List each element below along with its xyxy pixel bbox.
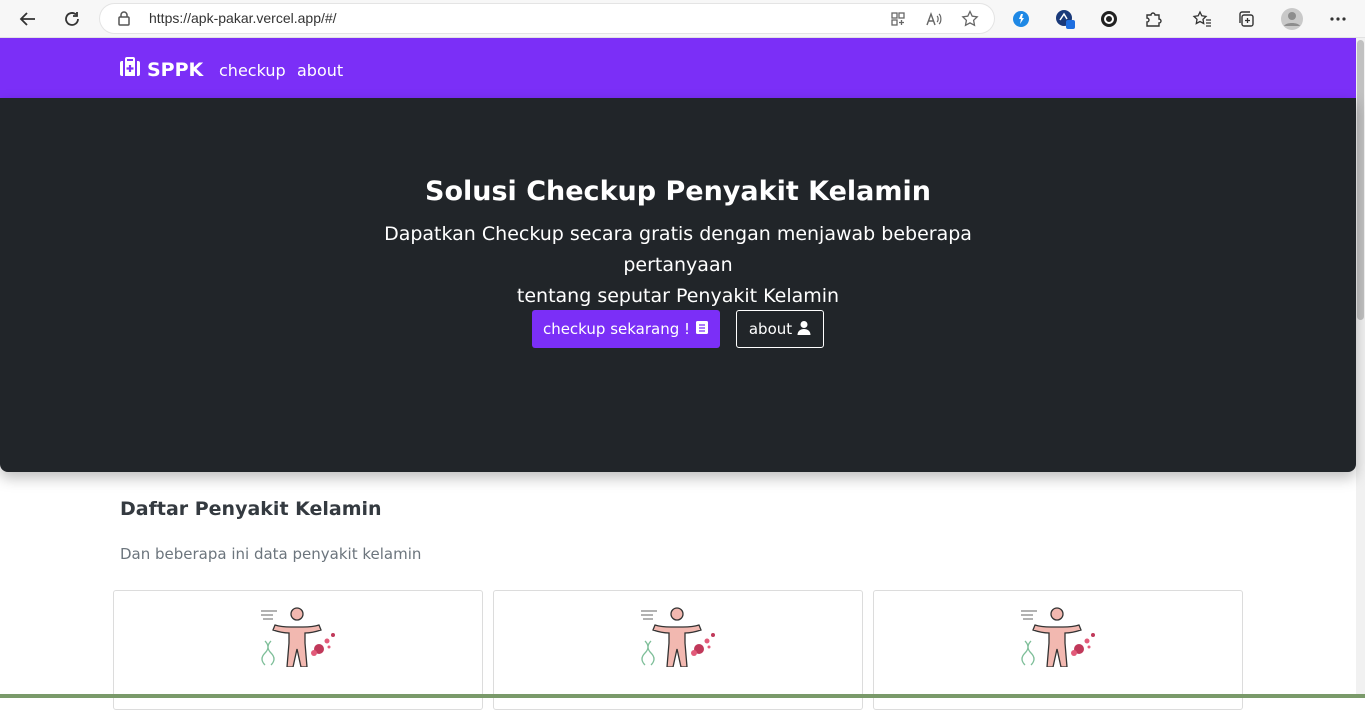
scrollbar-thumb[interactable] (1357, 40, 1364, 320)
user-icon (797, 320, 811, 339)
disease-card[interactable] (113, 590, 483, 710)
body-illustration (1021, 607, 1095, 667)
browser-toolbar: https://apk-pakar.vercel.app/#/ (0, 0, 1365, 38)
extension-circle-icon[interactable] (1096, 6, 1122, 32)
os-taskbar-edge (0, 694, 1365, 698)
body-illustration (641, 607, 715, 667)
extension-badge-icon[interactable] (1052, 6, 1078, 32)
favorite-add-icon[interactable] (961, 10, 979, 28)
refresh-icon[interactable] (57, 4, 87, 34)
read-aloud-icon[interactable] (925, 10, 943, 28)
extensions-puzzle-icon[interactable] (1140, 6, 1166, 32)
about-button[interactable]: about (736, 310, 824, 348)
hero-title: Solusi Checkup Penyakit Kelamin (425, 176, 931, 207)
nav-link-checkup[interactable]: checkup (219, 61, 286, 80)
section-subtitle: Dan beberapa ini data penyakit kelamin (120, 545, 422, 563)
back-icon[interactable] (13, 4, 43, 34)
hero-section: Solusi Checkup Penyakit Kelamin Dapatkan… (0, 98, 1356, 472)
nav-link-about[interactable]: about (297, 61, 343, 80)
page-scrollbar[interactable] (1356, 38, 1365, 698)
hero-lead-line-2: tentang seputar Penyakit Kelamin (516, 285, 840, 307)
disease-card[interactable] (873, 590, 1243, 710)
app-available-icon[interactable] (889, 10, 907, 28)
more-menu-icon[interactable] (1325, 6, 1351, 32)
profile-avatar-icon[interactable] (1279, 6, 1305, 32)
favorites-icon[interactable] (1189, 6, 1215, 32)
hero-lead: Dapatkan Checkup secara gratis dengan me… (328, 219, 1028, 312)
section-title: Daftar Penyakit Kelamin (120, 498, 382, 520)
checkup-now-label: checkup sekarang ! (542, 320, 691, 338)
checkup-now-button[interactable]: checkup sekarang ! (532, 310, 720, 348)
about-button-label: about (748, 320, 793, 338)
collections-icon[interactable] (1233, 6, 1259, 32)
book-icon (695, 320, 709, 339)
brand-link[interactable]: SPPK (119, 57, 203, 82)
address-bar[interactable]: https://apk-pakar.vercel.app/#/ (100, 4, 994, 33)
disease-card[interactable] (493, 590, 863, 710)
hero-lead-line-1: Dapatkan Checkup secara gratis dengan me… (384, 223, 972, 276)
body-illustration (261, 607, 335, 667)
medkit-icon (119, 57, 141, 82)
brand-text: SPPK (147, 58, 204, 81)
extension-blue-icon[interactable] (1008, 6, 1034, 32)
lock-icon (118, 11, 130, 30)
url-text[interactable]: https://apk-pakar.vercel.app/#/ (149, 10, 337, 26)
site-navbar: SPPK checkup about (0, 38, 1356, 98)
